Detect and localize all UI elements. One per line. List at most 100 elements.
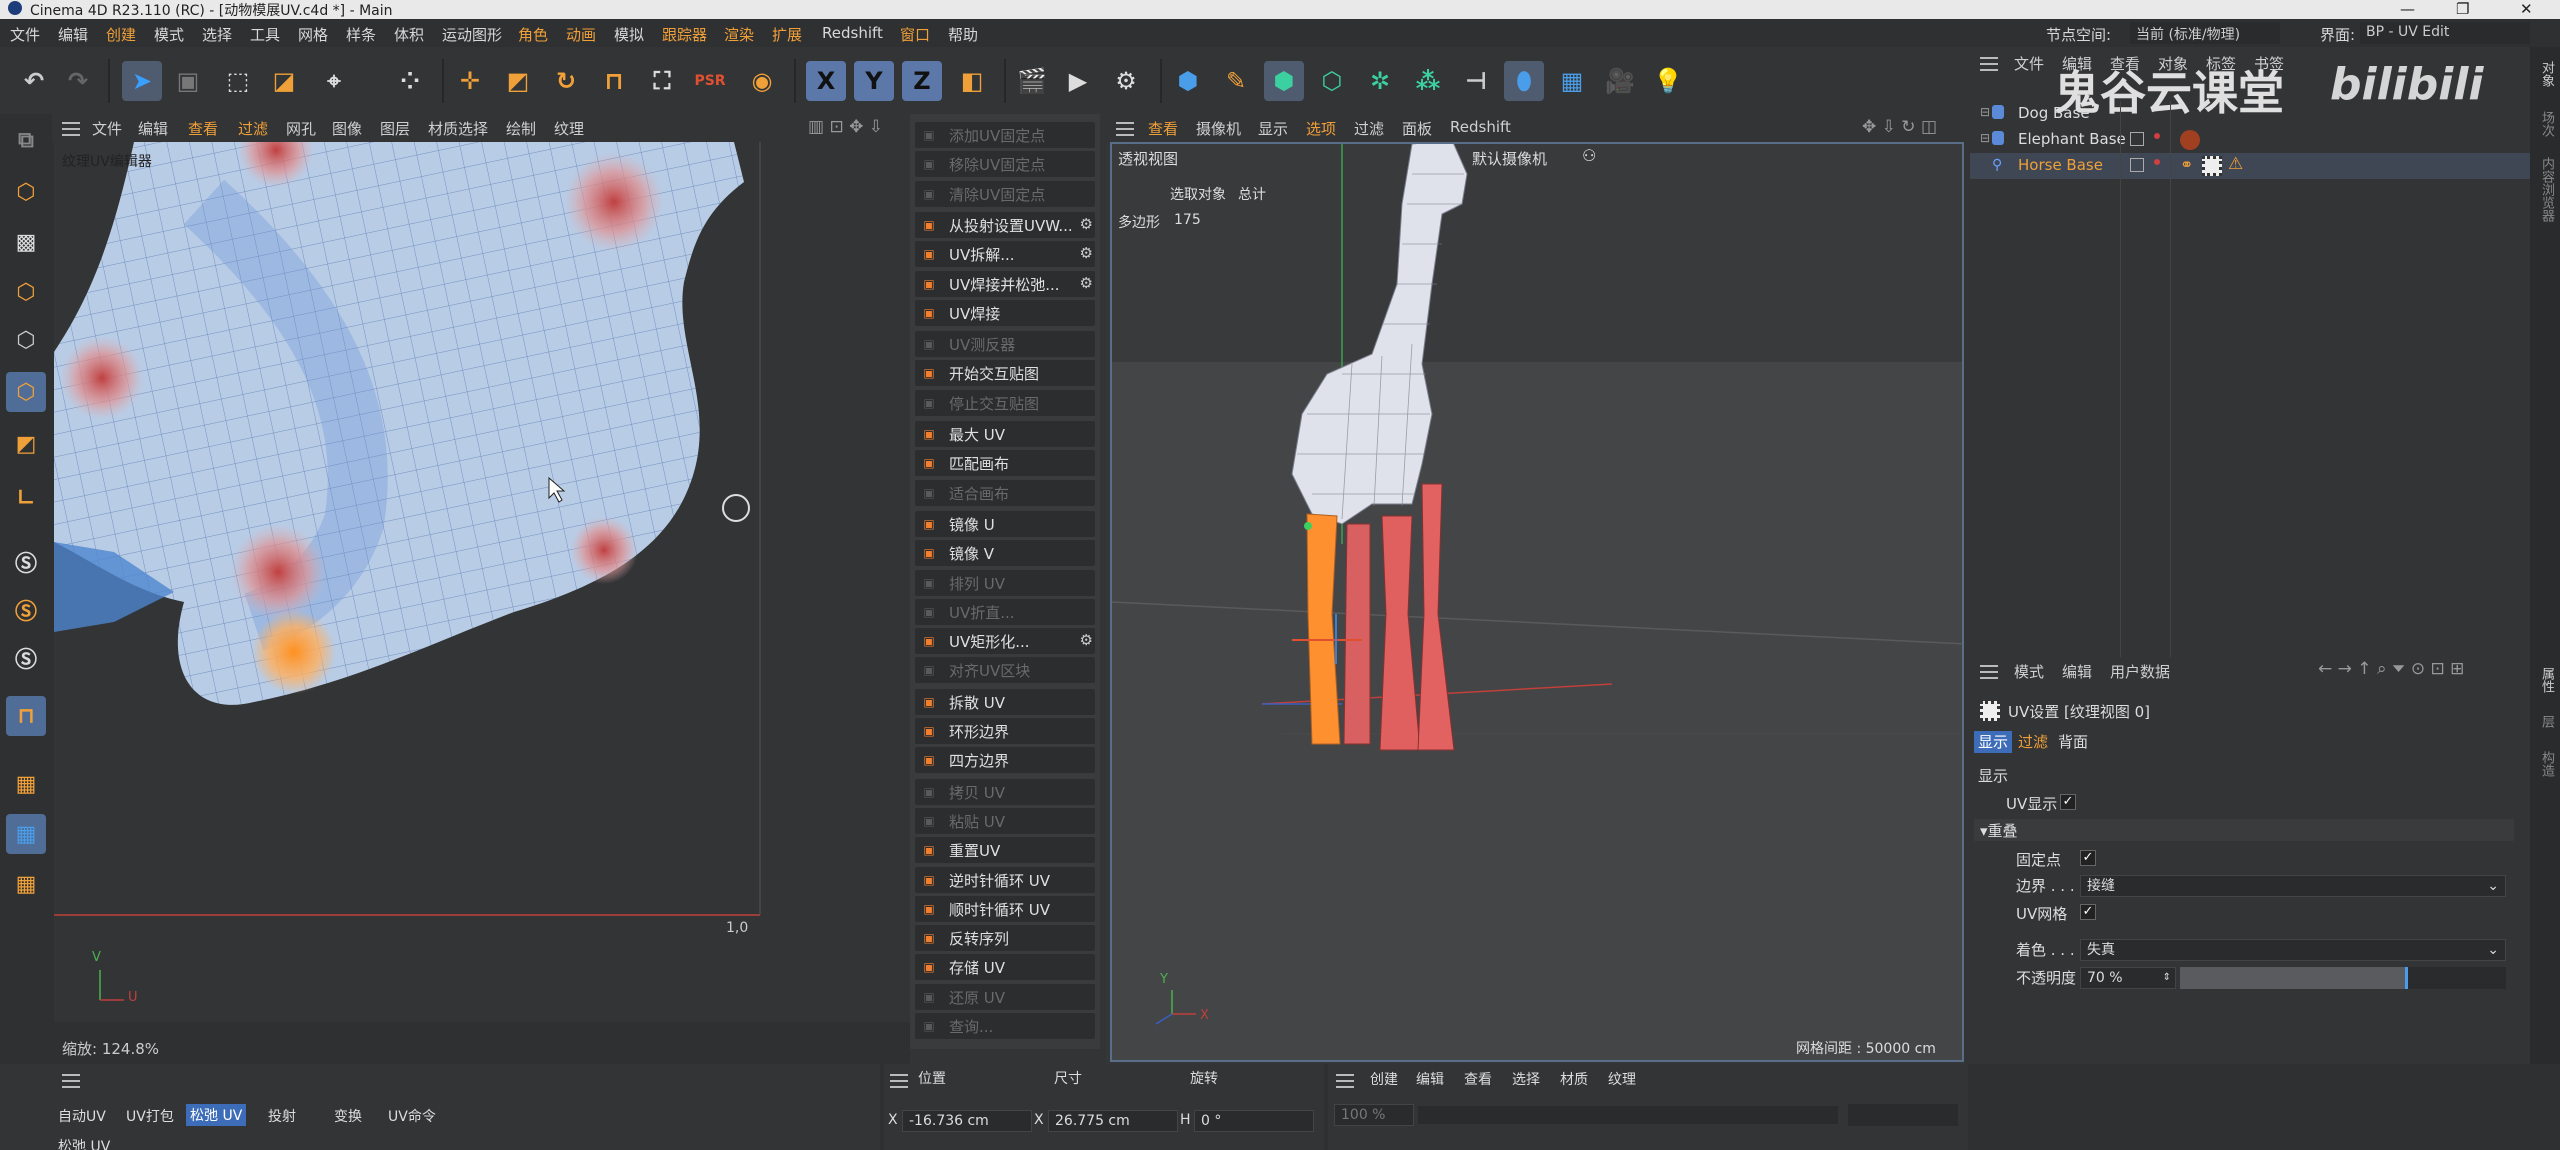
- uv-command-button[interactable]: ▣ UV测反器: [915, 331, 1095, 358]
- camera-small-icon[interactable]: ⚇: [1582, 146, 1596, 165]
- viewport-panel-menu-icon[interactable]: [1116, 122, 1134, 136]
- gear-icon[interactable]: ⚙: [1080, 274, 1093, 292]
- uv-command-button[interactable]: ▣ 顺时针循环 UV: [915, 895, 1095, 922]
- object-panel-menu-icon[interactable]: [1980, 57, 1998, 71]
- object-row[interactable]: ⊟ Elephant Base: [1970, 127, 2530, 153]
- attr-menu-user-data[interactable]: 用户数据: [2110, 661, 2170, 682]
- material-zoom-field[interactable]: 100 %: [1334, 1104, 1414, 1126]
- planar-workplane-icon[interactable]: ▦: [6, 864, 46, 904]
- pen-icon[interactable]: ✎: [1216, 61, 1256, 101]
- uv-command-button[interactable]: ▣ 反转序列: [915, 925, 1095, 952]
- uv-command-button[interactable]: ▣ 粘贴 UV: [915, 807, 1095, 834]
- phong-tag-icon[interactable]: ⚭: [2180, 155, 2193, 174]
- uv-menu-file[interactable]: 文件: [92, 118, 122, 139]
- uv-menu-paint[interactable]: 绘制: [506, 118, 536, 139]
- uvw-tag-icon[interactable]: [2202, 156, 2222, 176]
- tab-projection[interactable]: 投射: [268, 1106, 296, 1126]
- tab-auto-uv[interactable]: 自动UV: [58, 1106, 106, 1126]
- extrude-icon[interactable]: ⬡: [1312, 61, 1352, 101]
- live-select-icon[interactable]: ▣: [168, 61, 208, 101]
- object-row-selected[interactable]: ⚲ Horse Base ⚭ ⚠: [1970, 153, 2530, 179]
- psr-icon[interactable]: PSR: [690, 61, 730, 101]
- uv-command-button[interactable]: ▣ 镜像 V: [915, 540, 1095, 567]
- menu-create[interactable]: 创建: [106, 24, 136, 45]
- uv-command-button[interactable]: ▣ 拷贝 UV: [915, 778, 1095, 805]
- menu-mode[interactable]: 模式: [154, 24, 184, 45]
- mat-menu-create[interactable]: 创建: [1370, 1069, 1398, 1089]
- menu-select[interactable]: 选择: [202, 24, 232, 45]
- menu-volume[interactable]: 体积: [394, 24, 424, 45]
- uv-menu-layer[interactable]: 图层: [380, 118, 410, 139]
- uv-menu-material-select[interactable]: 材质选择: [428, 118, 488, 139]
- attr-nav-icons[interactable]: ← → ↑ ⌕ ⏷ ⊙ ⊡ ⊞: [2318, 659, 2464, 679]
- mat-menu-view[interactable]: 查看: [1464, 1069, 1492, 1089]
- y-axis-icon[interactable]: Y: [854, 61, 894, 101]
- uv-command-button[interactable]: ▣ 添加UV固定点: [915, 122, 1095, 148]
- vp-menu-display[interactable]: 显示: [1258, 118, 1288, 139]
- lasso-select-icon[interactable]: ◪: [264, 61, 304, 101]
- bend-icon[interactable]: ⊣: [1456, 61, 1496, 101]
- uv-command-button[interactable]: ▣ 排列 UV: [915, 569, 1095, 596]
- uv-command-button[interactable]: ▣ 拆散 UV: [915, 688, 1095, 715]
- tab-display[interactable]: 显示: [1974, 731, 2012, 753]
- uv-command-button[interactable]: ▣ 对齐UV区块: [915, 657, 1095, 684]
- layout-dropdown[interactable]: BP - UV Edit: [2360, 22, 2530, 44]
- locked-workplane-icon[interactable]: ▦: [6, 814, 46, 854]
- menu-mesh[interactable]: 网格: [298, 24, 328, 45]
- gear-icon[interactable]: ⚙: [1080, 215, 1093, 233]
- menu-mograph[interactable]: 运动图形: [442, 24, 502, 45]
- uv-menu-texture[interactable]: 纹理: [554, 118, 584, 139]
- uv-command-button[interactable]: ▣ 移除UV固定点: [915, 151, 1095, 178]
- uv-command-button[interactable]: ▣ 环形边界: [915, 718, 1095, 744]
- mat-menu-edit[interactable]: 编辑: [1416, 1069, 1444, 1089]
- undo-icon[interactable]: ↶: [14, 61, 54, 101]
- uv-tools-menu-icon[interactable]: [62, 1074, 80, 1088]
- viewport-canvas[interactable]: 透视视图 默认摄像机 ⚇ 选取对象 总计 多边形 175 Y X 网格间距 : …: [1110, 142, 1964, 1062]
- uv-panel-menu-icon[interactable]: [62, 122, 80, 136]
- floor-icon[interactable]: ▦: [1552, 61, 1592, 101]
- uv-command-button[interactable]: ▣ UV拆解... ⚙: [915, 241, 1095, 268]
- vp-nav-icons[interactable]: ✥ ⇩ ↻ ◫: [1862, 117, 1937, 137]
- uv-command-button[interactable]: ▣ 停止交互贴图: [915, 389, 1095, 416]
- snap-s-orange-icon[interactable]: Ⓢ: [6, 590, 46, 630]
- uv-menu-mesh[interactable]: 网孔: [286, 118, 316, 139]
- rotate-icon[interactable]: ↻: [546, 61, 586, 101]
- magnet-snap-icon[interactable]: ⊓: [6, 696, 46, 736]
- rect-select-icon[interactable]: ⬚: [218, 61, 258, 101]
- object-name[interactable]: Horse Base: [2018, 156, 2103, 174]
- axis-mode-icon[interactable]: ∟: [6, 478, 46, 518]
- material-tag-icon[interactable]: [2180, 130, 2200, 150]
- uv-nav-icons[interactable]: ▥ ⊡ ✥ ⇩: [808, 117, 883, 137]
- menu-simulate[interactable]: 模拟: [614, 24, 644, 45]
- mat-menu-select[interactable]: 选择: [1512, 1069, 1540, 1089]
- uv-command-button[interactable]: ▣ UV焊接并松弛... ⚙: [915, 270, 1095, 297]
- coord-system-icon[interactable]: ◧: [952, 61, 992, 101]
- warning-icon[interactable]: ⚠: [2228, 154, 2243, 174]
- render-dot-icon[interactable]: [2154, 159, 2160, 165]
- mograph-icon[interactable]: ⁂: [1408, 61, 1448, 101]
- snap-s-white-icon[interactable]: Ⓢ: [6, 638, 46, 678]
- snap-s-icon[interactable]: Ⓢ: [6, 542, 46, 582]
- subdivision-icon[interactable]: ⬢: [1264, 61, 1304, 101]
- uv-menu-view[interactable]: 查看: [188, 118, 218, 139]
- x-axis-icon[interactable]: X: [806, 61, 846, 101]
- uv-menu-image[interactable]: 图像: [332, 118, 362, 139]
- uv-command-button[interactable]: ▣ 查询...: [915, 1013, 1095, 1039]
- uv-command-button[interactable]: ▣ 清除UV固定点: [915, 180, 1095, 207]
- vp-menu-redshift[interactable]: Redshift: [1450, 118, 1511, 136]
- viewport-camera-name[interactable]: 默认摄像机: [1472, 148, 1547, 169]
- gear-icon[interactable]: ⚙: [1080, 631, 1093, 649]
- magnet-icon[interactable]: ⊓: [594, 61, 634, 101]
- uv-polygons-icon[interactable]: ◩: [6, 424, 46, 464]
- fixed-points-checkbox[interactable]: ✓: [2080, 850, 2096, 866]
- poly-select-icon[interactable]: ⌖: [314, 61, 354, 101]
- opacity-field[interactable]: 70 % ⇕: [2080, 967, 2176, 989]
- vp-menu-filter[interactable]: 过滤: [1354, 118, 1384, 139]
- menu-character[interactable]: 角色: [518, 24, 548, 45]
- uv-command-button[interactable]: ▣ 匹配画布: [915, 450, 1095, 477]
- side-tab-content-browser[interactable]: 内容浏览器: [2537, 157, 2556, 222]
- coords-menu-icon[interactable]: [890, 1074, 908, 1088]
- uv-display-checkbox[interactable]: ✓: [2060, 794, 2076, 810]
- cube-icon[interactable]: ⬢: [1168, 61, 1208, 101]
- workplane-icon[interactable]: ▦: [6, 764, 46, 804]
